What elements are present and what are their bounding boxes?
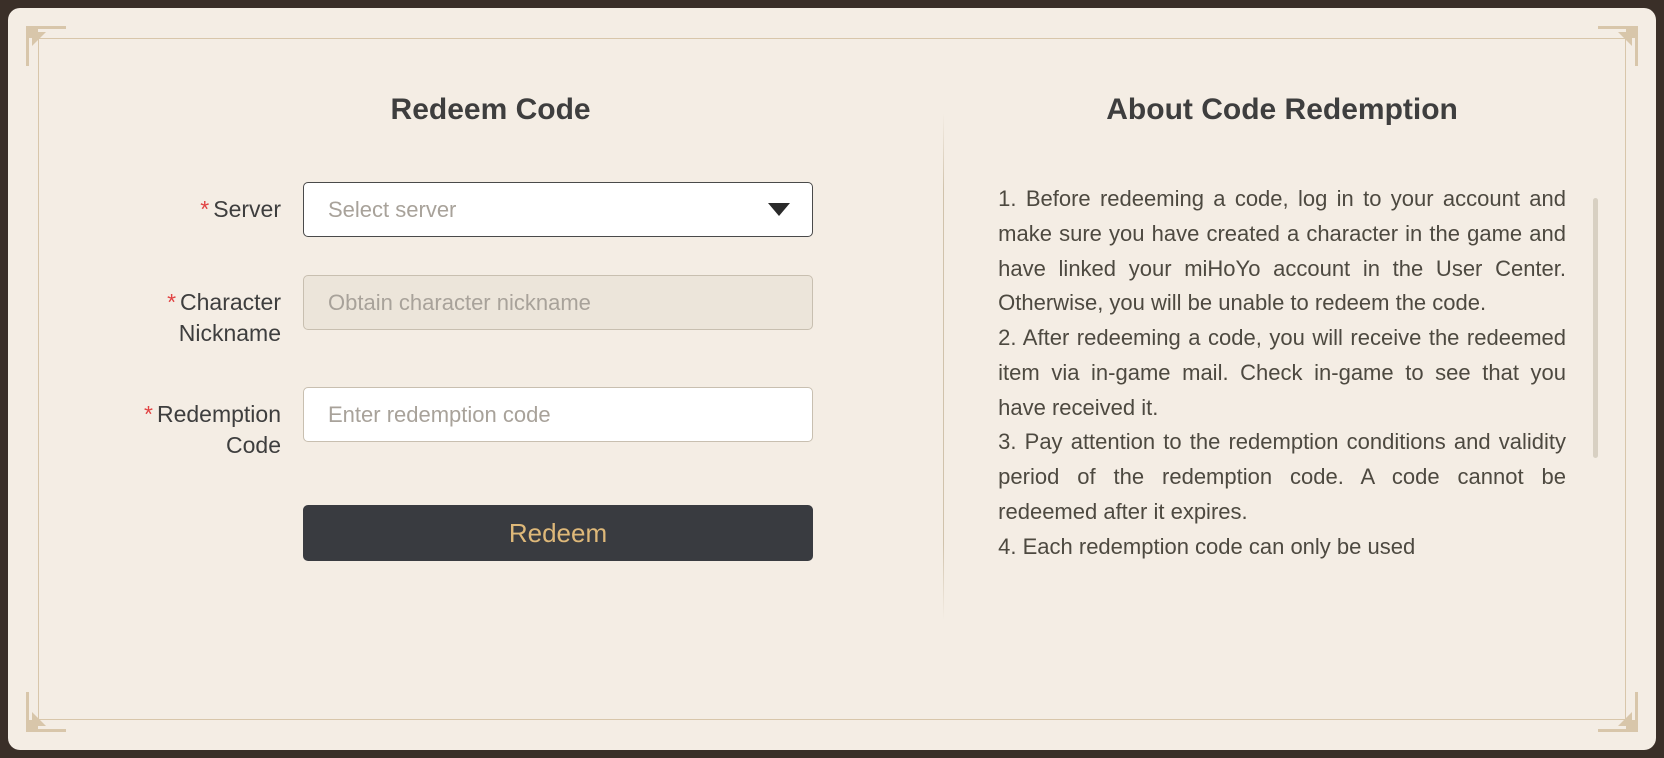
nickname-input: [303, 275, 813, 330]
server-select[interactable]: Select server: [303, 182, 813, 237]
about-item: 4. Each redemption code can only be used: [998, 530, 1566, 565]
required-asterisk: *: [167, 289, 176, 315]
redeem-title: Redeem Code: [391, 93, 591, 127]
chevron-down-icon: [768, 203, 790, 216]
required-asterisk: *: [200, 196, 209, 222]
nickname-row: *Character Nickname: [118, 275, 863, 349]
scrollbar[interactable]: [1593, 198, 1598, 458]
server-select-placeholder: Select server: [328, 197, 456, 223]
about-text: 1. Before redeeming a code, log in to yo…: [998, 182, 1566, 564]
nickname-label: *Character Nickname: [118, 275, 303, 349]
about-text-container: 1. Before redeeming a code, log in to yo…: [998, 182, 1566, 652]
about-item: 1. Before redeeming a code, log in to yo…: [998, 182, 1566, 321]
code-row: *Redemption Code: [118, 387, 863, 461]
about-item: 2. After redeeming a code, you will rece…: [998, 321, 1566, 425]
vertical-divider: [943, 113, 944, 620]
about-panel: About Code Redemption 1. Before redeemin…: [943, 38, 1626, 720]
server-row: *Server Select server: [118, 182, 863, 237]
redeem-form-panel: Redeem Code *Server Select server: [38, 38, 943, 720]
code-label: *Redemption Code: [118, 387, 303, 461]
redeem-button[interactable]: Redeem: [303, 505, 813, 561]
required-asterisk: *: [144, 401, 153, 427]
about-title: About Code Redemption: [998, 93, 1566, 127]
fade-overlay: [998, 592, 1566, 652]
about-item: 3. Pay attention to the redemption condi…: [998, 425, 1566, 529]
redeem-card: Redeem Code *Server Select server: [8, 8, 1656, 750]
server-label: *Server: [118, 182, 303, 225]
redemption-code-input[interactable]: [303, 387, 813, 442]
